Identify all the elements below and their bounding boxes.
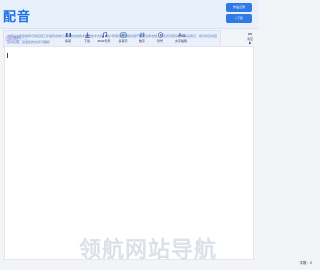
- app-logo: 配音: [3, 10, 32, 25]
- pause-icon: [65, 32, 72, 38]
- download-button[interactable]: +下载: [226, 14, 252, 23]
- pinyin-icon: [119, 32, 127, 38]
- tool-text-edit[interactable]: Aa 文字编辑: [172, 32, 190, 45]
- symbol-icon: [157, 32, 164, 38]
- tool-symbol[interactable]: 符号: [152, 32, 168, 45]
- text-editor-area[interactable]: [4, 46, 254, 260]
- history-button[interactable]: 作品记录: [226, 3, 252, 12]
- tool-download[interactable]: 下载: [79, 32, 95, 45]
- download-icon: [84, 32, 91, 38]
- toolbar-row: 当前角色：-- 停顿 下载 BGM背景 多音字 数字 符号 Aa 文字编辑 清空: [0, 31, 258, 50]
- text-edit-icon: Aa: [178, 32, 186, 39]
- current-role-value: --: [25, 36, 28, 41]
- tool-polyphone-label: 多音字: [118, 39, 128, 43]
- text-caret: [7, 53, 8, 58]
- tool-download-label: 下载: [83, 39, 90, 43]
- tool-pause-label: 停顿: [64, 39, 71, 43]
- tool-number[interactable]: 数字: [134, 32, 150, 45]
- tool-polyphone[interactable]: 多音字: [115, 32, 131, 45]
- music-icon: [101, 32, 108, 38]
- current-role-label: 当前角色：--: [5, 36, 28, 42]
- app-header: 配音 作品记录 +下载: [0, 0, 258, 29]
- word-count: 字数：0: [299, 261, 312, 265]
- tool-pause[interactable]: 停顿: [60, 32, 76, 45]
- tool-number-label: 数字: [138, 39, 145, 43]
- tool-symbol-label: 符号: [156, 39, 163, 43]
- tool-text-edit-label: 文字编辑: [174, 39, 187, 43]
- current-role-prefix: 当前角色：: [5, 36, 25, 41]
- tool-bgm[interactable]: BGM背景: [96, 32, 112, 45]
- header-actions: 作品记录 +下载: [226, 3, 254, 25]
- tool-bgm-label: BGM背景: [97, 39, 111, 43]
- number-icon: [138, 32, 146, 38]
- watermark-text: 领航网站导航: [79, 238, 218, 263]
- clear-tool[interactable]: 清空: [246, 32, 254, 41]
- svg-text:Aa: Aa: [178, 33, 186, 38]
